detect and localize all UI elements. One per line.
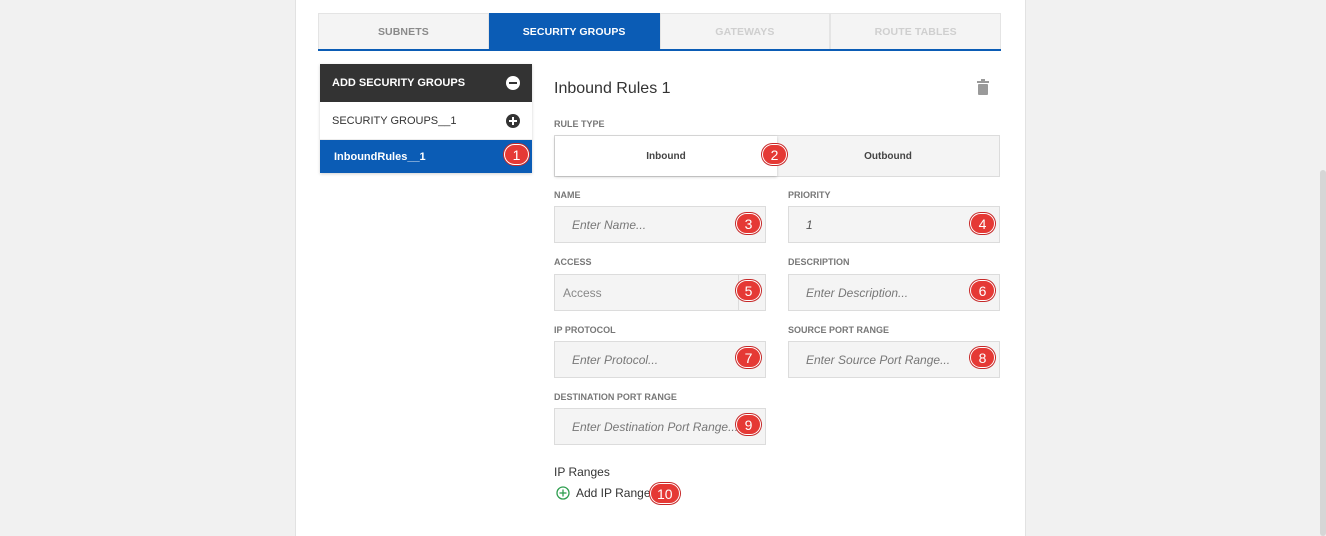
- access-select-value: Access: [563, 285, 602, 300]
- add-ip-ranges-button[interactable]: Add IP Ranges: [556, 486, 657, 500]
- access-select[interactable]: Access: [554, 274, 766, 311]
- annotation-badge: 8: [970, 347, 995, 368]
- minus-circle-icon[interactable]: [506, 76, 520, 90]
- scrollbar-track[interactable]: [1318, 0, 1326, 536]
- tab-bar: SUBNETS SECURITY GROUPS GATEWAYS ROUTE T…: [318, 13, 1001, 51]
- destination-port-field[interactable]: [554, 408, 766, 445]
- add-security-groups-label: ADD SECURITY GROUPS: [332, 77, 466, 89]
- destination-port-label: DESTINATION PORT RANGE: [554, 392, 677, 402]
- rule-type-outbound-button[interactable]: Outbound: [777, 136, 999, 176]
- rule-type-label: RULE TYPE: [554, 119, 605, 129]
- add-security-groups-button[interactable]: ADD SECURITY GROUPS: [320, 64, 532, 102]
- priority-field[interactable]: [788, 206, 1000, 243]
- tab-gateways: GATEWAYS: [659, 13, 831, 49]
- ip-ranges-label: IP Ranges: [554, 465, 610, 479]
- ip-protocol-field[interactable]: [554, 341, 766, 378]
- sidebar-item-label: InboundRules__1: [334, 150, 426, 163]
- annotation-badge: 4: [970, 213, 995, 234]
- trash-icon[interactable]: [976, 79, 990, 95]
- sidebar-item-label: SECURITY GROUPS__1: [332, 114, 457, 127]
- scrollbar-thumb[interactable]: [1320, 170, 1326, 536]
- add-ip-ranges-label: Add IP Ranges: [576, 486, 657, 500]
- annotation-badge: 2: [762, 144, 787, 165]
- annotation-badge: 1: [504, 144, 529, 165]
- tab-subnets[interactable]: SUBNETS: [318, 13, 489, 49]
- annotation-badge: 10: [650, 483, 680, 504]
- security-group-list: ADD SECURITY GROUPS SECURITY GROUPS__1 I…: [320, 64, 532, 173]
- sidebar-item-security-group[interactable]: SECURITY GROUPS__1: [320, 102, 532, 140]
- sidebar-item-inbound-rules[interactable]: InboundRules__1: [320, 140, 532, 173]
- source-port-field[interactable]: [788, 341, 1000, 378]
- name-field[interactable]: [554, 206, 766, 243]
- description-label: DESCRIPTION: [788, 257, 850, 267]
- description-field[interactable]: [788, 274, 1000, 311]
- annotation-badge: 5: [736, 280, 761, 301]
- annotation-badge: 3: [736, 213, 761, 234]
- plus-circle-icon[interactable]: [506, 113, 520, 128]
- priority-label: PRIORITY: [788, 190, 831, 200]
- content-card: SUBNETS SECURITY GROUPS GATEWAYS ROUTE T…: [295, 0, 1026, 536]
- rule-type-inbound-button[interactable]: Inbound: [555, 136, 777, 176]
- access-label: ACCESS: [554, 257, 592, 267]
- annotation-badge: 6: [970, 280, 995, 301]
- plus-circle-outline-icon: [556, 486, 570, 500]
- annotation-badge: 7: [736, 347, 761, 368]
- tab-security-groups[interactable]: SECURITY GROUPS: [488, 13, 660, 49]
- ip-protocol-label: IP PROTOCOL: [554, 325, 616, 335]
- source-port-label: SOURCE PORT RANGE: [788, 325, 890, 335]
- page-title: Inbound Rules 1: [554, 80, 671, 97]
- name-label: NAME: [554, 190, 581, 200]
- annotation-badge: 9: [736, 414, 761, 435]
- tab-route-tables: ROUTE TABLES: [830, 13, 1001, 49]
